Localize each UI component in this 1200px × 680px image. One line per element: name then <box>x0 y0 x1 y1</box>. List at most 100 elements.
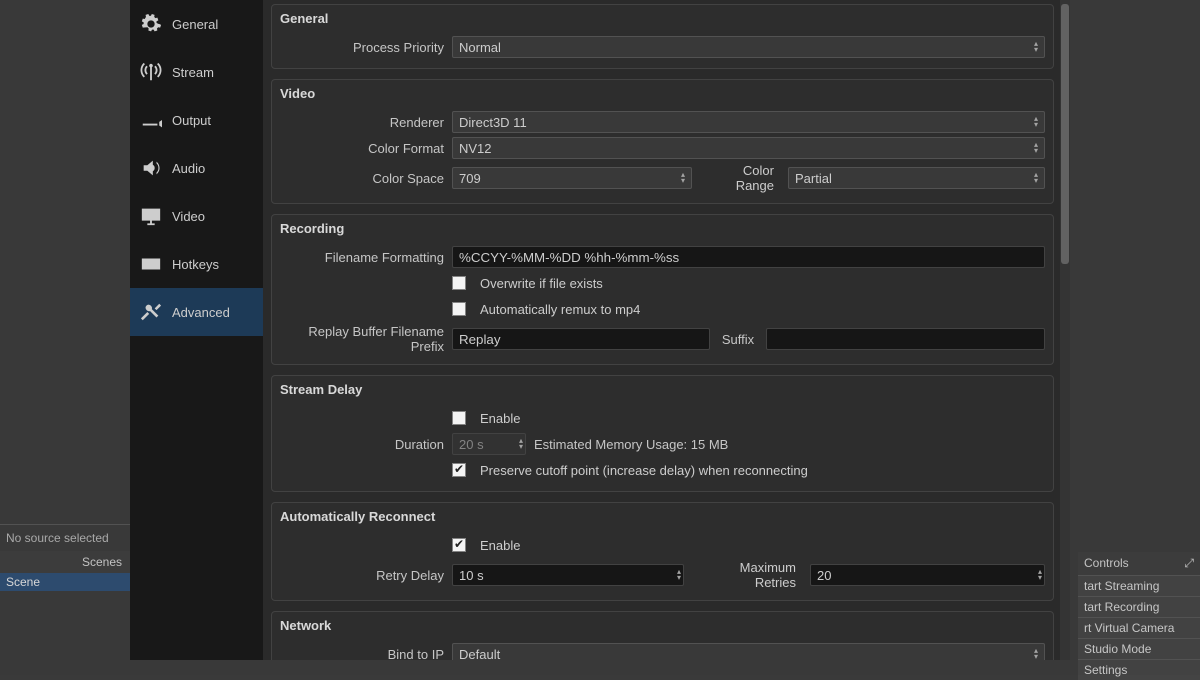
remux-checkbox[interactable] <box>452 302 466 316</box>
settings-button[interactable]: Settings <box>1078 659 1200 680</box>
sidebar-item-output[interactable]: Output <box>130 96 263 144</box>
chevron-updown-icon: ▴▾ <box>1034 116 1038 128</box>
scrollbar-track[interactable] <box>1060 0 1070 660</box>
sidebar-item-advanced[interactable]: Advanced <box>130 288 263 336</box>
filename-formatting-label: Filename Formatting <box>280 250 452 265</box>
replay-prefix-input[interactable] <box>452 328 710 350</box>
select-value: NV12 <box>459 141 492 156</box>
start-recording-button[interactable]: tart Recording <box>1078 596 1200 617</box>
est-memory-label: Estimated Memory Usage: 15 MB <box>534 437 728 452</box>
chevron-updown-icon: ▴▾ <box>1034 41 1038 53</box>
overwrite-checkbox[interactable] <box>452 276 466 290</box>
select-value: 709 <box>459 171 481 186</box>
preserve-checkbox[interactable] <box>452 463 466 477</box>
panel-general: General Process Priority Normal ▴▾ <box>271 4 1054 69</box>
renderer-select[interactable]: Direct3D 11 ▴▾ <box>452 111 1045 133</box>
settings-window: General Stream Output Audio Video Hotkey… <box>130 0 1070 660</box>
bind-ip-label: Bind to IP <box>280 647 452 661</box>
color-space-label: Color Space <box>280 171 452 186</box>
controls-header: Controls ⤢ <box>1078 552 1200 575</box>
delay-enable-checkbox[interactable] <box>452 411 466 425</box>
renderer-label: Renderer <box>280 115 452 130</box>
studio-mode-button[interactable]: Studio Mode <box>1078 638 1200 659</box>
panel-title: Video <box>272 80 1053 109</box>
color-format-label: Color Format <box>280 141 452 156</box>
virtual-camera-button[interactable]: rt Virtual Camera <box>1078 617 1200 638</box>
keyboard-icon <box>140 253 162 275</box>
process-priority-select[interactable]: Normal ▴▾ <box>452 36 1045 58</box>
scenes-header: Scenes <box>0 551 130 573</box>
chevron-updown-icon: ▴▾ <box>1038 569 1042 581</box>
panel-recording: Recording Filename Formatting Overwrite … <box>271 214 1054 365</box>
sidebar-item-audio[interactable]: Audio <box>130 144 263 192</box>
max-retries-spinbox[interactable]: 20 ▴▾ <box>810 564 1045 586</box>
suffix-label: Suffix <box>718 332 758 347</box>
monitor-out-icon <box>140 109 162 131</box>
speaker-icon <box>140 157 162 179</box>
antenna-icon <box>140 61 162 83</box>
select-value: Default <box>459 647 500 661</box>
process-priority-label: Process Priority <box>280 40 452 55</box>
panel-reconnect: Automatically Reconnect Enable Retry Del… <box>271 502 1054 601</box>
filename-formatting-input[interactable] <box>452 246 1045 268</box>
sidebar-item-label: Output <box>172 113 211 128</box>
color-range-select[interactable]: Partial ▴▾ <box>788 167 1045 189</box>
scrollbar-thumb[interactable] <box>1061 4 1069 264</box>
suffix-input[interactable] <box>766 328 1045 350</box>
chevron-updown-icon: ▴▾ <box>519 438 523 450</box>
tools-icon <box>140 301 162 323</box>
duration-spinbox[interactable]: 20 s ▴▾ <box>452 433 526 455</box>
chevron-updown-icon: ▴▾ <box>1034 172 1038 184</box>
settings-content: General Process Priority Normal ▴▾ Video… <box>263 0 1070 660</box>
retry-delay-spinbox[interactable]: 10 s ▴▾ <box>452 564 684 586</box>
chevron-updown-icon: ▴▾ <box>1034 648 1038 660</box>
panel-video: Video Renderer Direct3D 11 ▴▾ Color Form… <box>271 79 1054 204</box>
sidebar-item-label: Audio <box>172 161 205 176</box>
sidebar-item-video[interactable]: Video <box>130 192 263 240</box>
bind-ip-select[interactable]: Default ▴▾ <box>452 643 1045 660</box>
reconnect-enable-checkbox[interactable] <box>452 538 466 552</box>
reconnect-enable-label[interactable]: Enable <box>480 538 520 553</box>
scene-item[interactable]: Scene <box>0 573 130 591</box>
overwrite-label[interactable]: Overwrite if file exists <box>480 276 603 291</box>
chevron-updown-icon: ▴▾ <box>681 172 685 184</box>
panel-title: Stream Delay <box>272 376 1053 405</box>
monitor-icon <box>140 205 162 227</box>
remux-label[interactable]: Automatically remux to mp4 <box>480 302 640 317</box>
sidebar-item-general[interactable]: General <box>130 0 263 48</box>
sidebar-item-label: Video <box>172 209 205 224</box>
gear-icon <box>140 13 162 35</box>
controls-popout-icon: ⤢ <box>1184 556 1194 571</box>
controls-header-label: Controls <box>1084 556 1129 571</box>
spinbox-value: 10 s <box>459 568 507 583</box>
duration-label: Duration <box>280 437 452 452</box>
spinbox-value: 20 <box>817 568 865 583</box>
settings-sidebar: General Stream Output Audio Video Hotkey… <box>130 0 263 660</box>
panel-stream-delay: Stream Delay Enable Duration 20 s ▴▾ <box>271 375 1054 492</box>
start-streaming-button[interactable]: tart Streaming <box>1078 575 1200 596</box>
sidebar-item-hotkeys[interactable]: Hotkeys <box>130 240 263 288</box>
sidebar-item-label: Advanced <box>172 305 230 320</box>
panel-title: General <box>272 5 1053 34</box>
sidebar-item-label: General <box>172 17 218 32</box>
retry-delay-label: Retry Delay <box>280 568 452 583</box>
preserve-label[interactable]: Preserve cutoff point (increase delay) w… <box>480 463 808 478</box>
no-source-text: No source selected <box>0 524 130 551</box>
select-value: Partial <box>795 171 832 186</box>
panel-network: Network Bind to IP Default ▴▾ <box>271 611 1054 660</box>
sidebar-item-stream[interactable]: Stream <box>130 48 263 96</box>
select-value: Direct3D 11 <box>459 115 527 130</box>
color-space-select[interactable]: 709 ▴▾ <box>452 167 692 189</box>
panel-title: Network <box>272 612 1053 641</box>
select-value: Normal <box>459 40 501 55</box>
color-range-label: Color Range <box>700 163 780 193</box>
panel-title: Automatically Reconnect <box>272 503 1053 532</box>
max-retries-label: Maximum Retries <box>692 560 802 590</box>
color-format-select[interactable]: NV12 ▴▾ <box>452 137 1045 159</box>
chevron-updown-icon: ▴▾ <box>1034 142 1038 154</box>
chevron-updown-icon: ▴▾ <box>677 569 681 581</box>
spinbox-value: 20 s <box>459 437 507 452</box>
sidebar-item-label: Stream <box>172 65 214 80</box>
delay-enable-label[interactable]: Enable <box>480 411 520 426</box>
panel-title: Recording <box>272 215 1053 244</box>
